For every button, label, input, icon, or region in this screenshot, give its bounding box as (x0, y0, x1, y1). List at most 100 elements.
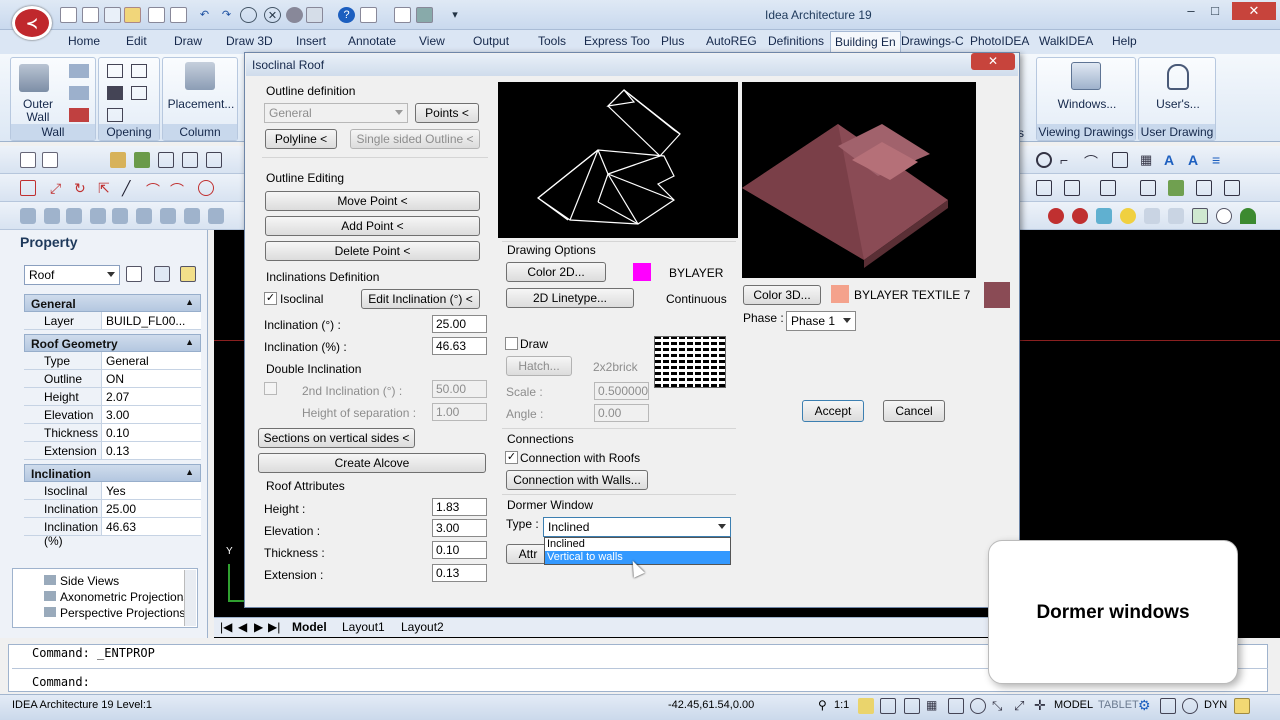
isolate-icon[interactable] (1182, 698, 1198, 714)
redo-icon[interactable]: ↷ (218, 7, 235, 23)
windows-button[interactable]: Windows... (1037, 98, 1137, 111)
hatch-angle-input[interactable]: 0.00 (594, 404, 649, 422)
otrack-icon[interactable]: ⤡ (992, 698, 1008, 714)
tab-plus[interactable]: Plus (661, 34, 684, 48)
stretch-icon[interactable]: ⇱ (98, 180, 114, 196)
hatch-button[interactable]: Hatch... (506, 356, 572, 376)
mail-icon[interactable] (1234, 698, 1250, 714)
tab-model[interactable]: Model (292, 620, 327, 634)
polyline-button[interactable]: Polyline < (265, 129, 337, 149)
double-inclination-checkbox[interactable] (264, 382, 277, 395)
line-icon[interactable]: ╱ (122, 180, 138, 196)
windows-icon[interactable] (1071, 62, 1101, 90)
window-opening-icon[interactable] (107, 64, 123, 78)
inclination-pct-input[interactable]: 46.63 (432, 337, 487, 355)
tab-layout1[interactable]: Layout1 (342, 620, 385, 634)
undo-icon[interactable]: ↶ (196, 7, 213, 23)
roof-extension-input[interactable]: 0.13 (432, 564, 487, 582)
delete-point-button[interactable]: Delete Point < (265, 241, 480, 261)
color-3d-button[interactable]: Color 3D... (743, 285, 821, 305)
dialog-close-button[interactable]: ✕ (971, 53, 1015, 70)
text-icon[interactable]: A (1164, 152, 1180, 168)
bld-toolbar-icon[interactable] (42, 152, 58, 168)
annotation-icon[interactable] (858, 698, 874, 714)
phase-select[interactable]: Phase 1 (786, 311, 856, 331)
layout-nav-prev[interactable]: ◀ (238, 620, 247, 634)
tree-scrollbar[interactable] (184, 570, 196, 626)
view-tool-icon-5[interactable] (112, 208, 128, 224)
insert-block-icon[interactable] (1064, 180, 1080, 196)
tree-item-perspective[interactable]: Perspective Projections (44, 606, 185, 620)
tab-home[interactable]: Home (68, 34, 100, 48)
cancel-icon[interactable]: ✕ (264, 7, 281, 23)
render-icon[interactable] (286, 7, 303, 23)
view-tool-icon-1[interactable] (20, 208, 36, 224)
create-alcove-button[interactable]: Create Alcove (258, 453, 486, 473)
tab-definitions[interactable]: Definitions (768, 34, 824, 48)
tab-insert[interactable]: Insert (296, 34, 326, 48)
material-icon[interactable] (1072, 208, 1088, 224)
property-object-select[interactable]: Roof (24, 265, 120, 285)
layout-nav-first[interactable]: |◀ (220, 620, 232, 634)
copy-icon[interactable] (1196, 180, 1212, 196)
roof-height-input[interactable]: 1.83 (432, 498, 487, 516)
new-icon[interactable] (20, 152, 36, 168)
quick-select-icon[interactable] (154, 266, 170, 282)
opening-tool-icon-5[interactable] (107, 108, 123, 122)
property-row-isoclinal[interactable]: Isoclinal Yes (24, 482, 201, 500)
add-point-button[interactable]: Add Point < (265, 216, 480, 236)
section-header-general[interactable]: General ▲ (24, 294, 201, 312)
second-inclination-input[interactable]: 50.00 (432, 380, 487, 398)
tab-express-tools[interactable]: Express Too (584, 34, 650, 48)
grid-status-icon[interactable]: ▦ (926, 698, 942, 714)
outer-wall-button[interactable]: Outer Wall (11, 98, 65, 124)
outline-type-select[interactable]: General (264, 103, 408, 123)
view-tool-icon-8[interactable] (184, 208, 200, 224)
lineweight-icon[interactable]: ⤢ (1014, 698, 1030, 714)
help-icon[interactable]: ? (338, 7, 355, 23)
green-tool-icon[interactable] (1168, 180, 1184, 196)
curve-icon[interactable]: ⌒ (170, 180, 186, 198)
wall-tool-icon-3[interactable] (69, 108, 89, 122)
layout-icon[interactable] (1140, 180, 1156, 196)
door-opening-icon[interactable] (131, 64, 147, 78)
tree-item-side-views[interactable]: Side Views (44, 574, 119, 588)
dormer-type-select[interactable]: Inclined (543, 517, 731, 537)
camera-icon[interactable] (1168, 208, 1184, 224)
tab-drawings[interactable]: Drawings-C (901, 34, 964, 48)
opening-tool-icon-3[interactable] (107, 86, 123, 100)
crosshair-icon[interactable]: ✛ (1034, 697, 1050, 713)
folder-icon[interactable] (110, 152, 126, 168)
connection-roofs-checkbox[interactable]: ✓ (505, 451, 518, 464)
xref-icon[interactable] (1100, 180, 1116, 196)
close-window-button[interactable]: ✕ (1232, 2, 1276, 20)
property-row-inclination-pct[interactable]: Inclination (%) 46.63 (24, 518, 201, 548)
properties-icon[interactable] (394, 7, 411, 23)
open-folder-icon[interactable] (124, 7, 141, 23)
tab-view[interactable]: View (419, 34, 445, 48)
dormer-option-inclined[interactable]: Inclined (545, 538, 730, 551)
gear-icon[interactable]: ⚙ (1138, 697, 1151, 714)
layout-nav-next[interactable]: ▶ (254, 620, 263, 634)
tree-item-axonometric[interactable]: Axonometric Projections (44, 590, 189, 604)
layout-nav-last[interactable]: ▶| (268, 620, 280, 634)
app-logo[interactable]: ≺ (12, 6, 52, 40)
view-tool-icon-9[interactable] (208, 208, 224, 224)
filter-icon[interactable] (180, 266, 196, 282)
cancel-button[interactable]: Cancel (883, 400, 945, 422)
tab-building-engineering[interactable]: Building En (830, 31, 901, 54)
tab-help[interactable]: Help (1112, 34, 1137, 48)
wall-tool-icon-1[interactable] (69, 64, 89, 78)
tools-icon[interactable] (416, 7, 433, 23)
connection-walls-button[interactable]: Connection with Walls... (506, 470, 648, 490)
move-point-button[interactable]: Move Point < (265, 191, 480, 211)
property-row-thickness[interactable]: Thickness 0.10 (24, 424, 201, 442)
tab-annotate[interactable]: Annotate (348, 34, 396, 48)
view-tool-icon-6[interactable] (136, 208, 152, 224)
cube-icon[interactable] (1096, 208, 1112, 224)
inclination-deg-input[interactable]: 25.00 (432, 315, 487, 333)
rotate-icon[interactable]: ↻ (74, 180, 90, 196)
property-row-type[interactable]: Type General (24, 352, 201, 370)
snap-icon[interactable] (904, 698, 920, 714)
material-swatch[interactable] (984, 282, 1010, 308)
